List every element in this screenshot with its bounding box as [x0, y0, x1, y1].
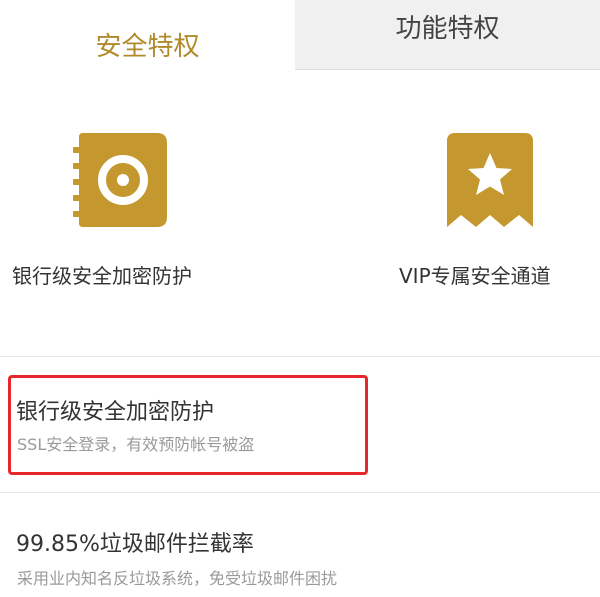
privilege-tabs: 安全特权 功能特权	[0, 0, 600, 70]
item-title-spam-block: 99.85%垃圾邮件拦截率	[16, 532, 254, 557]
tab-security-privilege-label: 安全特权	[95, 31, 200, 62]
item-subtitle-spam-block: 采用业内知名反垃圾系统，免受垃圾邮件困扰	[17, 569, 338, 588]
tab-feature-privilege-label: 功能特权	[395, 14, 500, 44]
vip-star-ribbon-icon	[447, 133, 533, 227]
feature-label-encryption: 银行级安全加密防护	[12, 264, 192, 288]
divider	[0, 492, 600, 493]
lock-book-icon	[73, 133, 167, 227]
feature-label-vip-channel: VIP专属安全通道	[399, 264, 551, 288]
divider	[0, 356, 600, 357]
tab-security-privilege[interactable]: 安全特权	[0, 0, 295, 70]
tab-feature-privilege[interactable]: 功能特权	[295, 0, 600, 70]
item-title-encryption: 银行级安全加密防护	[16, 400, 215, 425]
item-subtitle-encryption: SSL安全登录，有效预防帐号被盗	[17, 435, 255, 454]
